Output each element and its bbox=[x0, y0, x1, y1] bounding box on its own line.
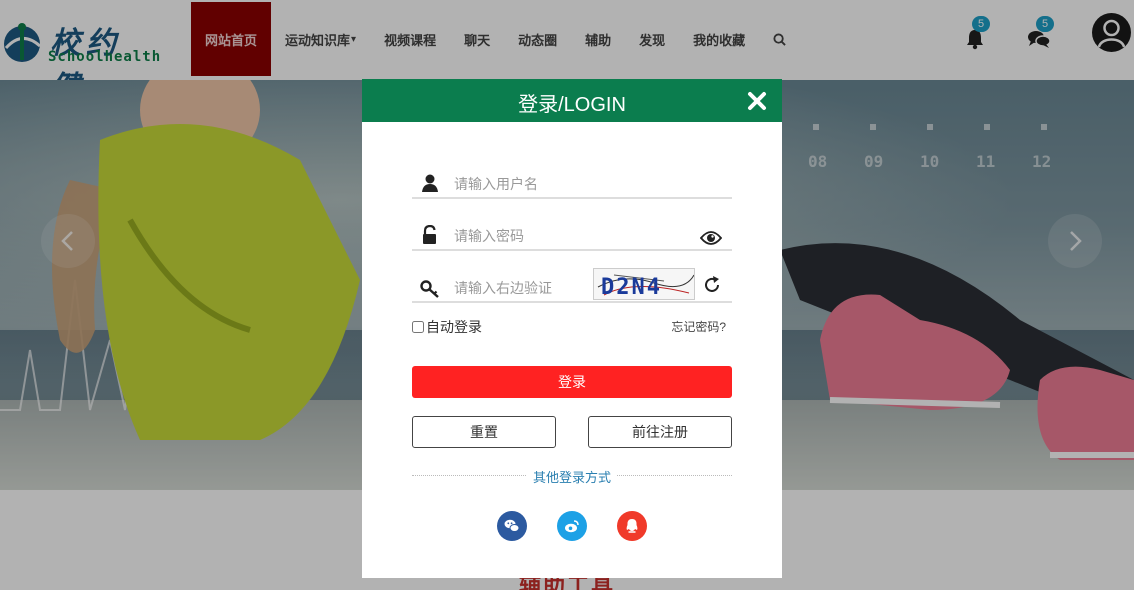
auto-login-checkbox-group[interactable]: 自动登录 bbox=[412, 317, 482, 337]
password-field-group bbox=[412, 221, 732, 251]
login-button[interactable]: 登录 bbox=[412, 366, 732, 398]
reset-button[interactable]: 重置 bbox=[412, 416, 556, 448]
password-input[interactable] bbox=[454, 225, 654, 247]
wechat-icon bbox=[504, 519, 520, 532]
wechat-login-button[interactable] bbox=[497, 511, 527, 541]
key-icon bbox=[420, 280, 439, 298]
weibo-login-button[interactable] bbox=[557, 511, 587, 541]
qq-icon bbox=[626, 519, 638, 533]
login-modal-header: 登录/LOGIN bbox=[362, 79, 782, 122]
refresh-icon[interactable] bbox=[702, 275, 722, 295]
captcha-image[interactable]: D2N4 bbox=[593, 268, 695, 300]
unlock-icon bbox=[423, 225, 436, 244]
qq-login-button[interactable] bbox=[617, 511, 647, 541]
captcha-field-group: D2N4 bbox=[412, 268, 732, 303]
login-modal: 登录/LOGIN 请输入用户名 请输入右边验证 D2N4 自动登录 忘记密码? … bbox=[362, 79, 782, 578]
auto-login-label: 自动登录 bbox=[426, 319, 482, 335]
forgot-password-link[interactable]: 忘记密码? bbox=[671, 318, 726, 335]
other-login-heading: 其他登录方式 bbox=[362, 467, 782, 487]
eye-icon[interactable] bbox=[700, 230, 722, 246]
username-field-group bbox=[412, 169, 732, 199]
register-button[interactable]: 前往注册 bbox=[588, 416, 732, 448]
captcha-input[interactable] bbox=[454, 277, 584, 299]
close-button[interactable] bbox=[746, 90, 768, 112]
close-icon bbox=[748, 92, 766, 110]
auto-login-checkbox[interactable] bbox=[412, 321, 424, 333]
user-icon bbox=[422, 174, 438, 192]
captcha-text: D2N4 bbox=[601, 275, 662, 300]
login-modal-title: 登录/LOGIN bbox=[518, 94, 626, 116]
weibo-icon bbox=[565, 520, 579, 533]
other-login-label: 其他登录方式 bbox=[526, 470, 617, 485]
username-input[interactable] bbox=[454, 173, 654, 195]
